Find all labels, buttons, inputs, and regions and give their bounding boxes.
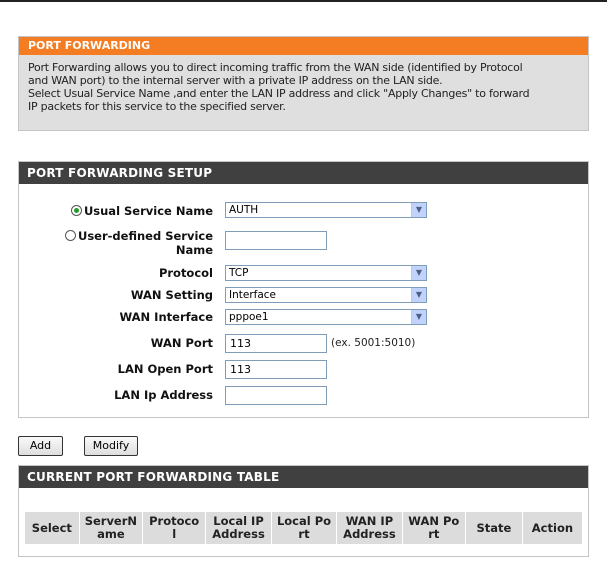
wan-port-hint: (ex. 5001:5010) <box>331 337 416 349</box>
user-defined-label-line2: Name <box>175 243 213 257</box>
table-title: CURRENT PORT FORWARDING TABLE <box>19 466 588 488</box>
wan-interface-label: WAN Interface <box>119 310 213 324</box>
wan-setting-select[interactable]: Interface ▼ <box>225 287 427 303</box>
col-header-action: Action <box>521 511 584 545</box>
lan-ip-label: LAN Ip Address <box>114 388 213 402</box>
col-header-server-name: ServerN ame <box>78 511 144 545</box>
col-header-local-ip: Local IP Address <box>205 511 272 545</box>
chevron-down-icon[interactable]: ▼ <box>411 288 426 302</box>
chevron-down-icon[interactable]: ▼ <box>411 266 426 280</box>
setup-title: PORT FORWARDING SETUP <box>19 162 588 184</box>
lan-ip-row: LAN Ip Address <box>19 386 588 405</box>
intro-title: PORT FORWARDING <box>19 37 588 55</box>
wan-setting-label: WAN Setting <box>130 288 213 302</box>
top-divider <box>0 0 607 2</box>
wan-port-label: WAN Port <box>150 336 213 350</box>
col-header-select: Select <box>24 511 80 545</box>
table-header-row: Select ServerN ame Protoco l Local IP Addre… <box>24 511 584 545</box>
usual-service-value: AUTH <box>229 204 259 216</box>
wan-port-input[interactable]: 113 <box>225 334 327 353</box>
lan-open-port-row: LAN Open Port 113 <box>19 360 588 379</box>
wan-port-row: WAN Port 113 (ex. 5001:5010) <box>19 334 588 353</box>
usual-service-row: Usual Service Name AUTH ▼ <box>19 202 588 220</box>
user-defined-label-line1: User-defined Service <box>77 229 213 243</box>
user-defined-service-radio[interactable] <box>65 230 76 241</box>
wan-setting-row: WAN Setting Interface ▼ <box>19 287 588 303</box>
wan-interface-row: WAN Interface pppoe1 ▼ <box>19 309 588 325</box>
port-forwarding-intro: PORT FORWARDING Port Forwarding allows y… <box>18 36 589 131</box>
modify-button[interactable]: Modify <box>84 436 138 456</box>
intro-description: Port Forwarding allows you to direct inc… <box>19 55 588 113</box>
user-defined-service-input[interactable] <box>225 231 327 250</box>
chevron-down-icon[interactable]: ▼ <box>411 310 426 324</box>
protocol-label: Protocol <box>158 266 213 280</box>
user-defined-service-label: User-defined Service Name <box>78 229 213 257</box>
col-header-wan-ip: WAN IP Address <box>336 511 403 545</box>
lan-ip-input[interactable] <box>225 386 327 405</box>
port-forwarding-table: Select ServerN ame Protoco l Local IP Addre… <box>24 511 584 545</box>
wan-setting-value: Interface <box>229 289 277 301</box>
wan-interface-select[interactable]: pppoe1 ▼ <box>225 309 427 325</box>
protocol-select[interactable]: TCP ▼ <box>225 265 427 281</box>
lan-open-port-input[interactable]: 113 <box>225 360 327 379</box>
add-button[interactable]: Add <box>18 436 63 456</box>
intro-line: and WAN port) to the internal server wit… <box>28 74 443 87</box>
user-defined-service-row: User-defined Service Name <box>19 228 588 258</box>
usual-service-radio[interactable] <box>71 205 82 216</box>
protocol-row: Protocol TCP ▼ <box>19 265 588 281</box>
intro-line: Port Forwarding allows you to direct inc… <box>28 61 523 74</box>
col-header-local-port: Local Po rt <box>270 511 338 545</box>
port-forwarding-setup: PORT FORWARDING SETUP Usual Service Name… <box>18 161 589 418</box>
protocol-value: TCP <box>229 267 249 279</box>
usual-service-select[interactable]: AUTH ▼ <box>225 202 427 218</box>
col-header-wan-port: WAN Po rt <box>401 511 466 545</box>
chevron-down-icon[interactable]: ▼ <box>411 203 426 217</box>
usual-service-label: Usual Service Name <box>83 204 213 218</box>
current-port-forwarding-table: CURRENT PORT FORWARDING TABLE Select Ser… <box>18 465 589 557</box>
intro-line: IP packets for this service to the speci… <box>28 100 286 113</box>
wan-interface-value: pppoe1 <box>229 311 269 323</box>
col-header-protocol: Protoco l <box>142 511 207 545</box>
col-header-state: State <box>464 511 523 545</box>
lan-open-port-label: LAN Open Port <box>117 362 213 376</box>
intro-line: Select Usual Service Name ,and enter the… <box>28 87 530 100</box>
